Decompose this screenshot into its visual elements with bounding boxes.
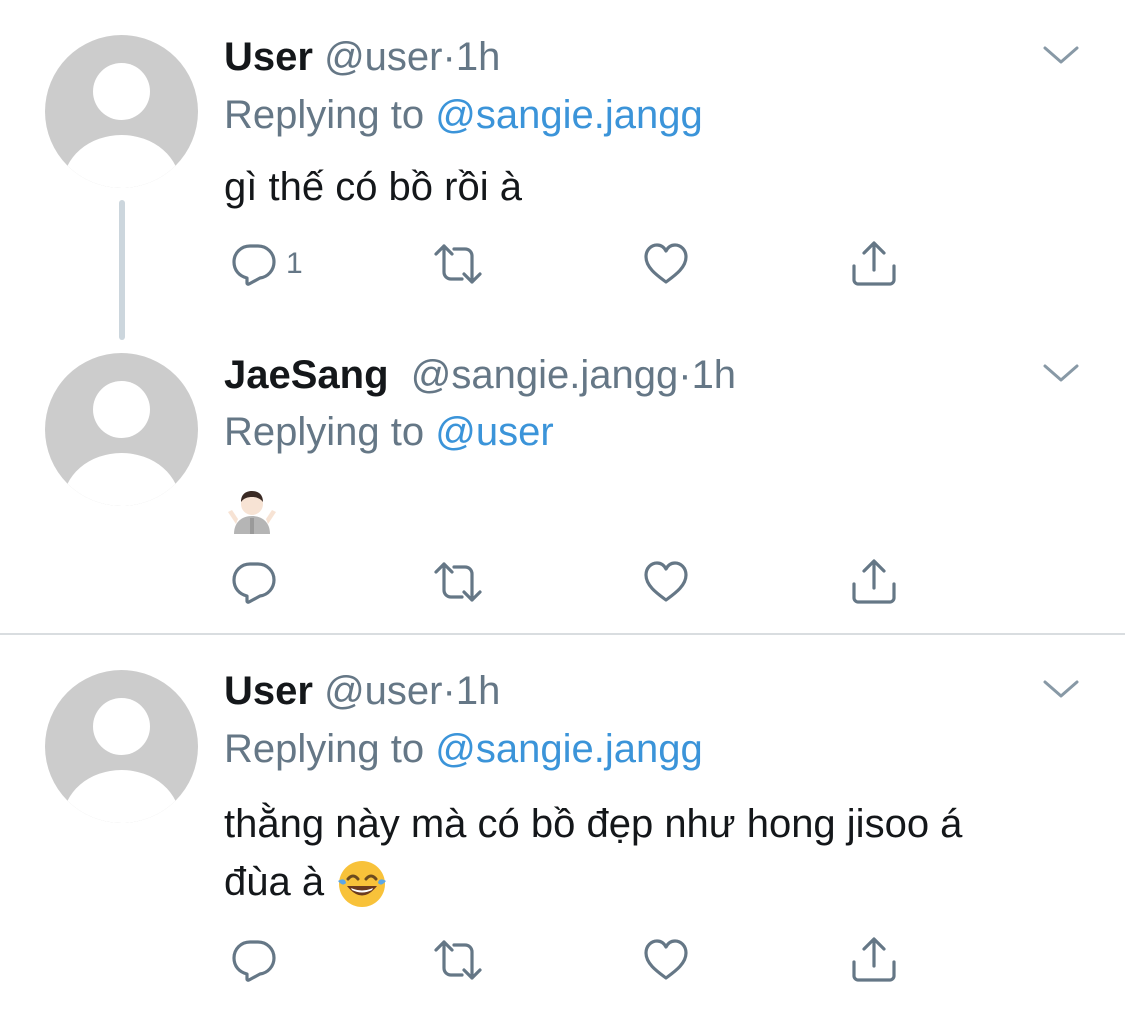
- avatar[interactable]: [45, 670, 198, 823]
- replying-to-label: Replying to: [224, 727, 436, 771]
- user-handle[interactable]: @sangie.jangg: [411, 353, 678, 397]
- avatar[interactable]: [45, 353, 198, 506]
- person-shrugging-emoji: [228, 491, 276, 535]
- reply-button[interactable]: 1: [230, 236, 303, 292]
- tweet-header: User @user·1h: [224, 34, 500, 80]
- face-with-tears-of-joy-emoji: [338, 861, 387, 908]
- timestamp[interactable]: 1h: [456, 35, 501, 79]
- share-icon: [850, 558, 898, 606]
- avatar-body-shape: [63, 770, 180, 823]
- reply-icon: [230, 936, 278, 984]
- user-handle[interactable]: @user: [324, 35, 442, 79]
- avatar-body-shape: [63, 135, 180, 188]
- replying-to-line: Replying to @user: [224, 409, 554, 455]
- like-button[interactable]: [642, 932, 690, 988]
- separator-dot: ·: [442, 35, 456, 79]
- tweet-text-line-2: đùa à: [224, 853, 1104, 911]
- replying-to-line: Replying to @sangie.jangg: [224, 92, 703, 138]
- retweet-icon: [430, 558, 486, 606]
- like-button[interactable]: [642, 236, 690, 292]
- tweet-header: User @user·1h: [224, 668, 500, 714]
- retweet-button[interactable]: [430, 932, 486, 988]
- chevron-down-icon[interactable]: [1042, 44, 1080, 68]
- tweet-text-line-1: thằng này mà có bồ đẹp như hong jisoo á: [224, 802, 963, 846]
- separator-dot: ·: [678, 353, 692, 397]
- share-button[interactable]: [850, 236, 898, 292]
- tweet-text: gì thế có bồ rồi à: [224, 165, 522, 209]
- chevron-down-icon[interactable]: [1042, 362, 1080, 386]
- replying-to-label: Replying to: [224, 93, 436, 137]
- retweet-icon: [430, 240, 486, 288]
- heart-icon: [642, 240, 690, 288]
- retweet-button[interactable]: [430, 236, 486, 292]
- tweet-actions: [224, 932, 924, 988]
- tweet-header: JaeSang @sangie.jangg·1h: [224, 352, 736, 398]
- display-name[interactable]: User: [224, 669, 313, 713]
- retweet-icon: [430, 936, 486, 984]
- heart-icon: [642, 936, 690, 984]
- avatar-body-shape: [63, 453, 180, 506]
- avatar-head-shape: [93, 698, 150, 755]
- reply-button[interactable]: [230, 932, 278, 988]
- thread-connector-line: [119, 200, 125, 340]
- share-button[interactable]: [850, 554, 898, 610]
- separator-dot: ·: [442, 669, 456, 713]
- mention-link[interactable]: @sangie.jangg: [435, 727, 702, 771]
- replying-to-label: Replying to: [224, 410, 436, 454]
- reply-icon: [230, 558, 278, 606]
- share-icon: [850, 936, 898, 984]
- timestamp[interactable]: 1h: [692, 353, 737, 397]
- tweet-1[interactable]: User @user·1h Replying to @sangie.jangg …: [0, 0, 1125, 340]
- like-button[interactable]: [642, 554, 690, 610]
- reply-count: 1: [286, 247, 303, 280]
- reply-icon: [230, 240, 278, 288]
- display-name[interactable]: JaeSang: [224, 353, 389, 397]
- timestamp[interactable]: 1h: [456, 669, 501, 713]
- tweet-3[interactable]: User @user·1h Replying to @sangie.jangg …: [0, 635, 1125, 1011]
- tweet-2[interactable]: JaeSang @sangie.jangg·1h Replying to @us…: [0, 340, 1125, 633]
- display-name[interactable]: User: [224, 35, 313, 79]
- reply-button[interactable]: [230, 554, 278, 610]
- mention-link[interactable]: @sangie.jangg: [435, 93, 702, 137]
- heart-icon: [642, 558, 690, 606]
- tweet-text: [224, 480, 1104, 538]
- retweet-button[interactable]: [430, 554, 486, 610]
- tweet-text-line-2-text: đùa à: [224, 860, 325, 904]
- mention-link[interactable]: @user: [435, 410, 553, 454]
- share-icon: [850, 240, 898, 288]
- tweet-actions: 1: [224, 236, 924, 292]
- user-handle[interactable]: @user: [324, 669, 442, 713]
- avatar-head-shape: [93, 381, 150, 438]
- share-button[interactable]: [850, 932, 898, 988]
- chevron-down-icon[interactable]: [1042, 678, 1080, 702]
- avatar-head-shape: [93, 63, 150, 120]
- avatar[interactable]: [45, 35, 198, 188]
- replying-to-line: Replying to @sangie.jangg: [224, 726, 703, 772]
- tweet-text: thằng này mà có bồ đẹp như hong jisoo á …: [224, 795, 1104, 911]
- tweet-actions: [224, 554, 924, 610]
